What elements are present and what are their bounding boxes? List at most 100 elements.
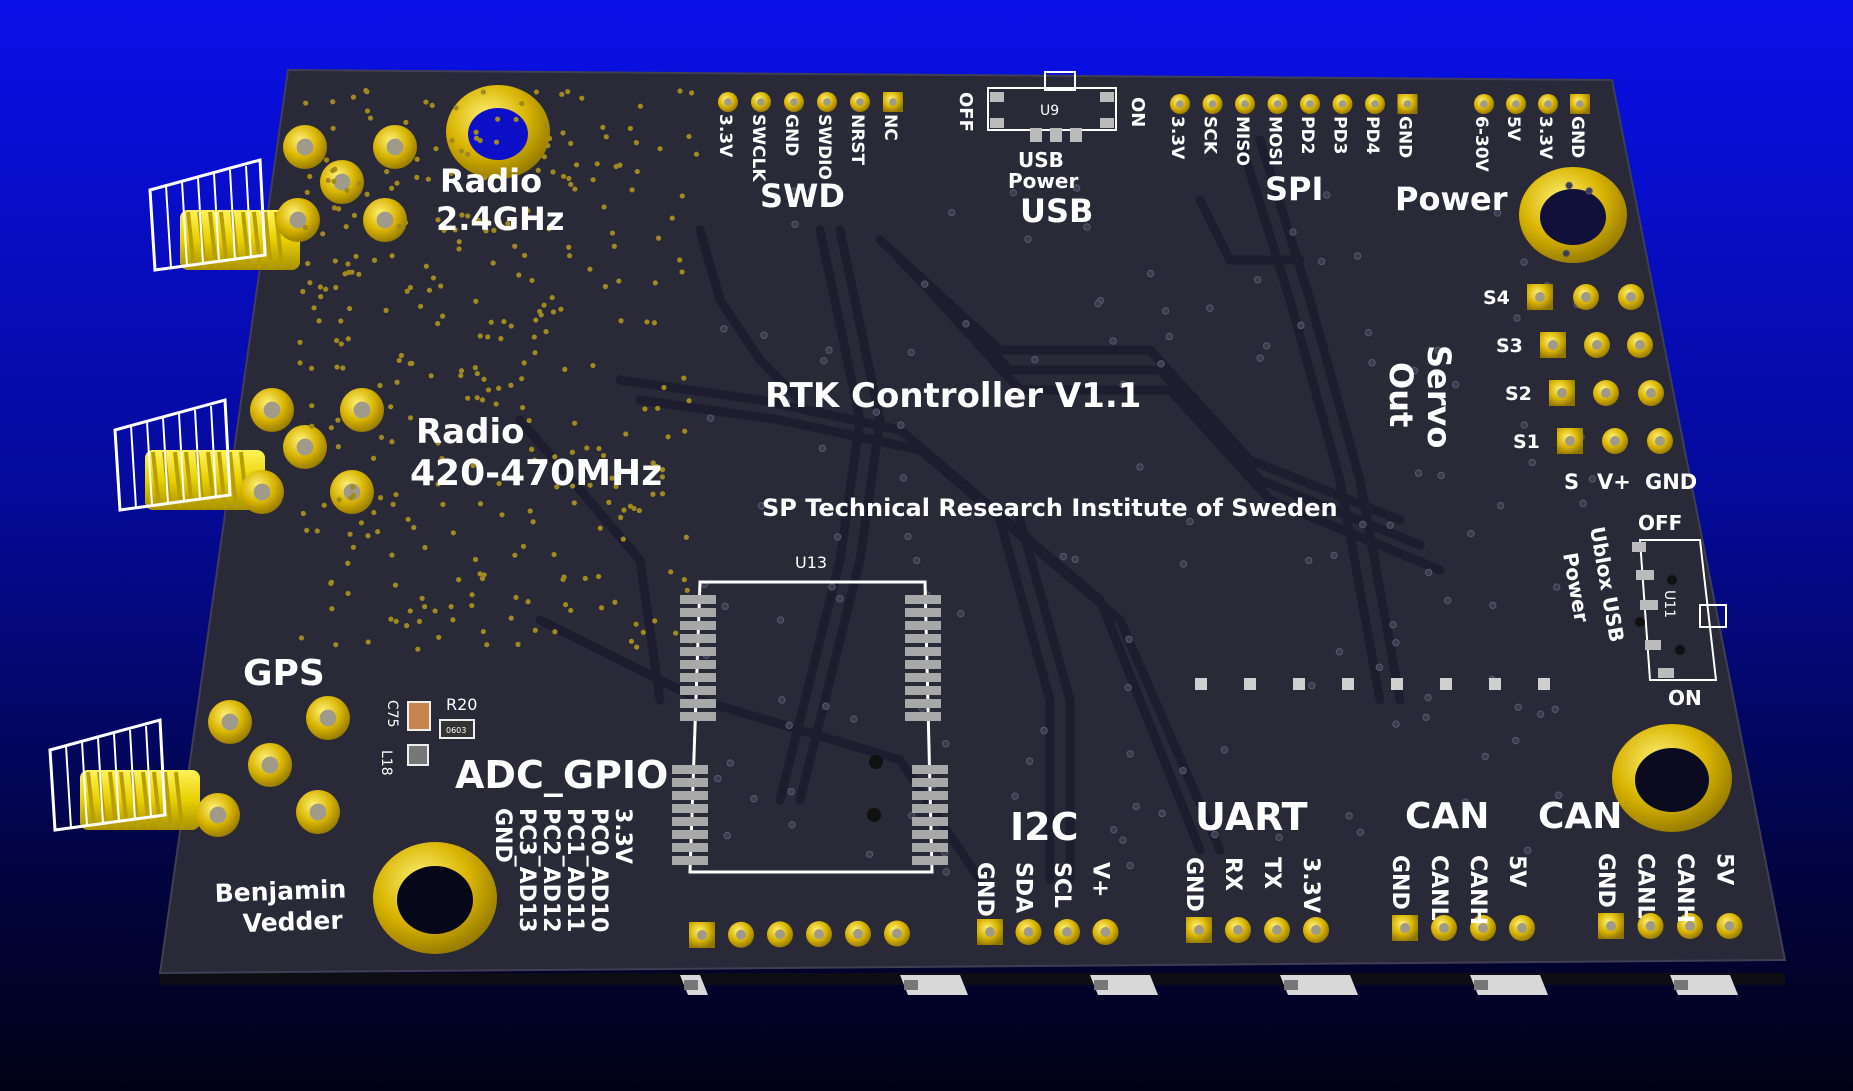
via [1059, 552, 1068, 561]
via [436, 634, 442, 640]
module-hole [867, 808, 881, 822]
via [458, 368, 465, 374]
via [415, 646, 421, 652]
smd-pad [1538, 678, 1550, 690]
via [394, 180, 400, 186]
u13-pad [905, 673, 941, 682]
via [469, 602, 475, 609]
via [335, 444, 341, 450]
servo-col-label: S [1564, 470, 1579, 494]
i2c-pin-label: SCL [1049, 862, 1074, 908]
via [474, 370, 480, 377]
via [1206, 304, 1214, 312]
u13-pad [905, 621, 941, 630]
via [484, 642, 490, 648]
via [481, 572, 487, 578]
via [297, 360, 303, 366]
via [525, 599, 531, 605]
sma-connector-3 [48, 718, 200, 832]
adc-pin-label: PC3_AD13 [514, 808, 539, 932]
via [1389, 620, 1397, 629]
via [865, 850, 874, 859]
u13-pad [905, 712, 941, 721]
via [572, 420, 578, 426]
via [334, 364, 340, 370]
via [465, 395, 471, 401]
via [485, 334, 491, 340]
can1-pin-label: GND [1387, 855, 1412, 910]
via [785, 721, 793, 730]
via [652, 618, 658, 624]
i2c-title: I2C [1010, 805, 1078, 849]
via [533, 89, 539, 95]
via [425, 176, 431, 182]
via [532, 627, 538, 633]
via [609, 230, 616, 236]
u13-pad [905, 699, 941, 708]
u13-pad [905, 647, 941, 656]
servo-row-label: S3 [1496, 335, 1523, 357]
pcb-render-scene: RTK Controller V1.1 SP Technical Researc… [48, 68, 1787, 995]
via [787, 787, 795, 796]
via [473, 298, 479, 304]
via [346, 305, 353, 312]
via [549, 294, 555, 301]
via [343, 224, 349, 230]
via [513, 594, 519, 600]
via [344, 187, 350, 193]
via [1422, 713, 1430, 721]
servo-pin [1557, 428, 1583, 454]
via [603, 134, 609, 140]
uart-pin [1225, 917, 1251, 943]
via [430, 275, 437, 281]
via [388, 616, 394, 622]
via [453, 105, 459, 111]
via [364, 191, 370, 197]
via [389, 253, 395, 259]
uart-pin-label: GND [1181, 857, 1206, 912]
smd-pad [1342, 678, 1354, 690]
edge-connector-body [1280, 975, 1358, 995]
via [552, 629, 558, 635]
via [364, 89, 370, 95]
via [403, 219, 409, 226]
via [560, 576, 566, 583]
via [1345, 812, 1353, 820]
via [345, 560, 351, 566]
u13-pad [905, 660, 941, 669]
via [834, 533, 842, 541]
u13-pad [672, 791, 708, 800]
swd-pin [883, 92, 903, 112]
can1-pin-label: 5V [1504, 855, 1529, 887]
antenna-pad-2-4 [240, 470, 284, 514]
via [479, 397, 486, 403]
via [336, 206, 342, 212]
smd-pad [1391, 678, 1403, 690]
via [598, 605, 605, 611]
u13-pad [912, 804, 948, 813]
via [375, 529, 381, 535]
via [611, 243, 617, 249]
smd-pad [1489, 678, 1501, 690]
via [393, 491, 399, 498]
u13-pad [912, 843, 948, 852]
via [1094, 299, 1102, 308]
antenna-pad-2-5 [330, 470, 374, 514]
via [760, 331, 768, 339]
via [331, 178, 337, 184]
via [1496, 501, 1505, 510]
via [682, 428, 688, 434]
smd-pad [1244, 678, 1256, 690]
via [693, 151, 700, 157]
via [584, 445, 590, 451]
via [490, 260, 496, 266]
via [388, 404, 394, 410]
u13-pad [680, 712, 716, 721]
via [634, 644, 640, 650]
servo-pin [1593, 380, 1619, 406]
via [566, 244, 572, 250]
via [358, 520, 365, 526]
via [1109, 337, 1117, 345]
via [422, 604, 428, 610]
via [350, 544, 357, 550]
